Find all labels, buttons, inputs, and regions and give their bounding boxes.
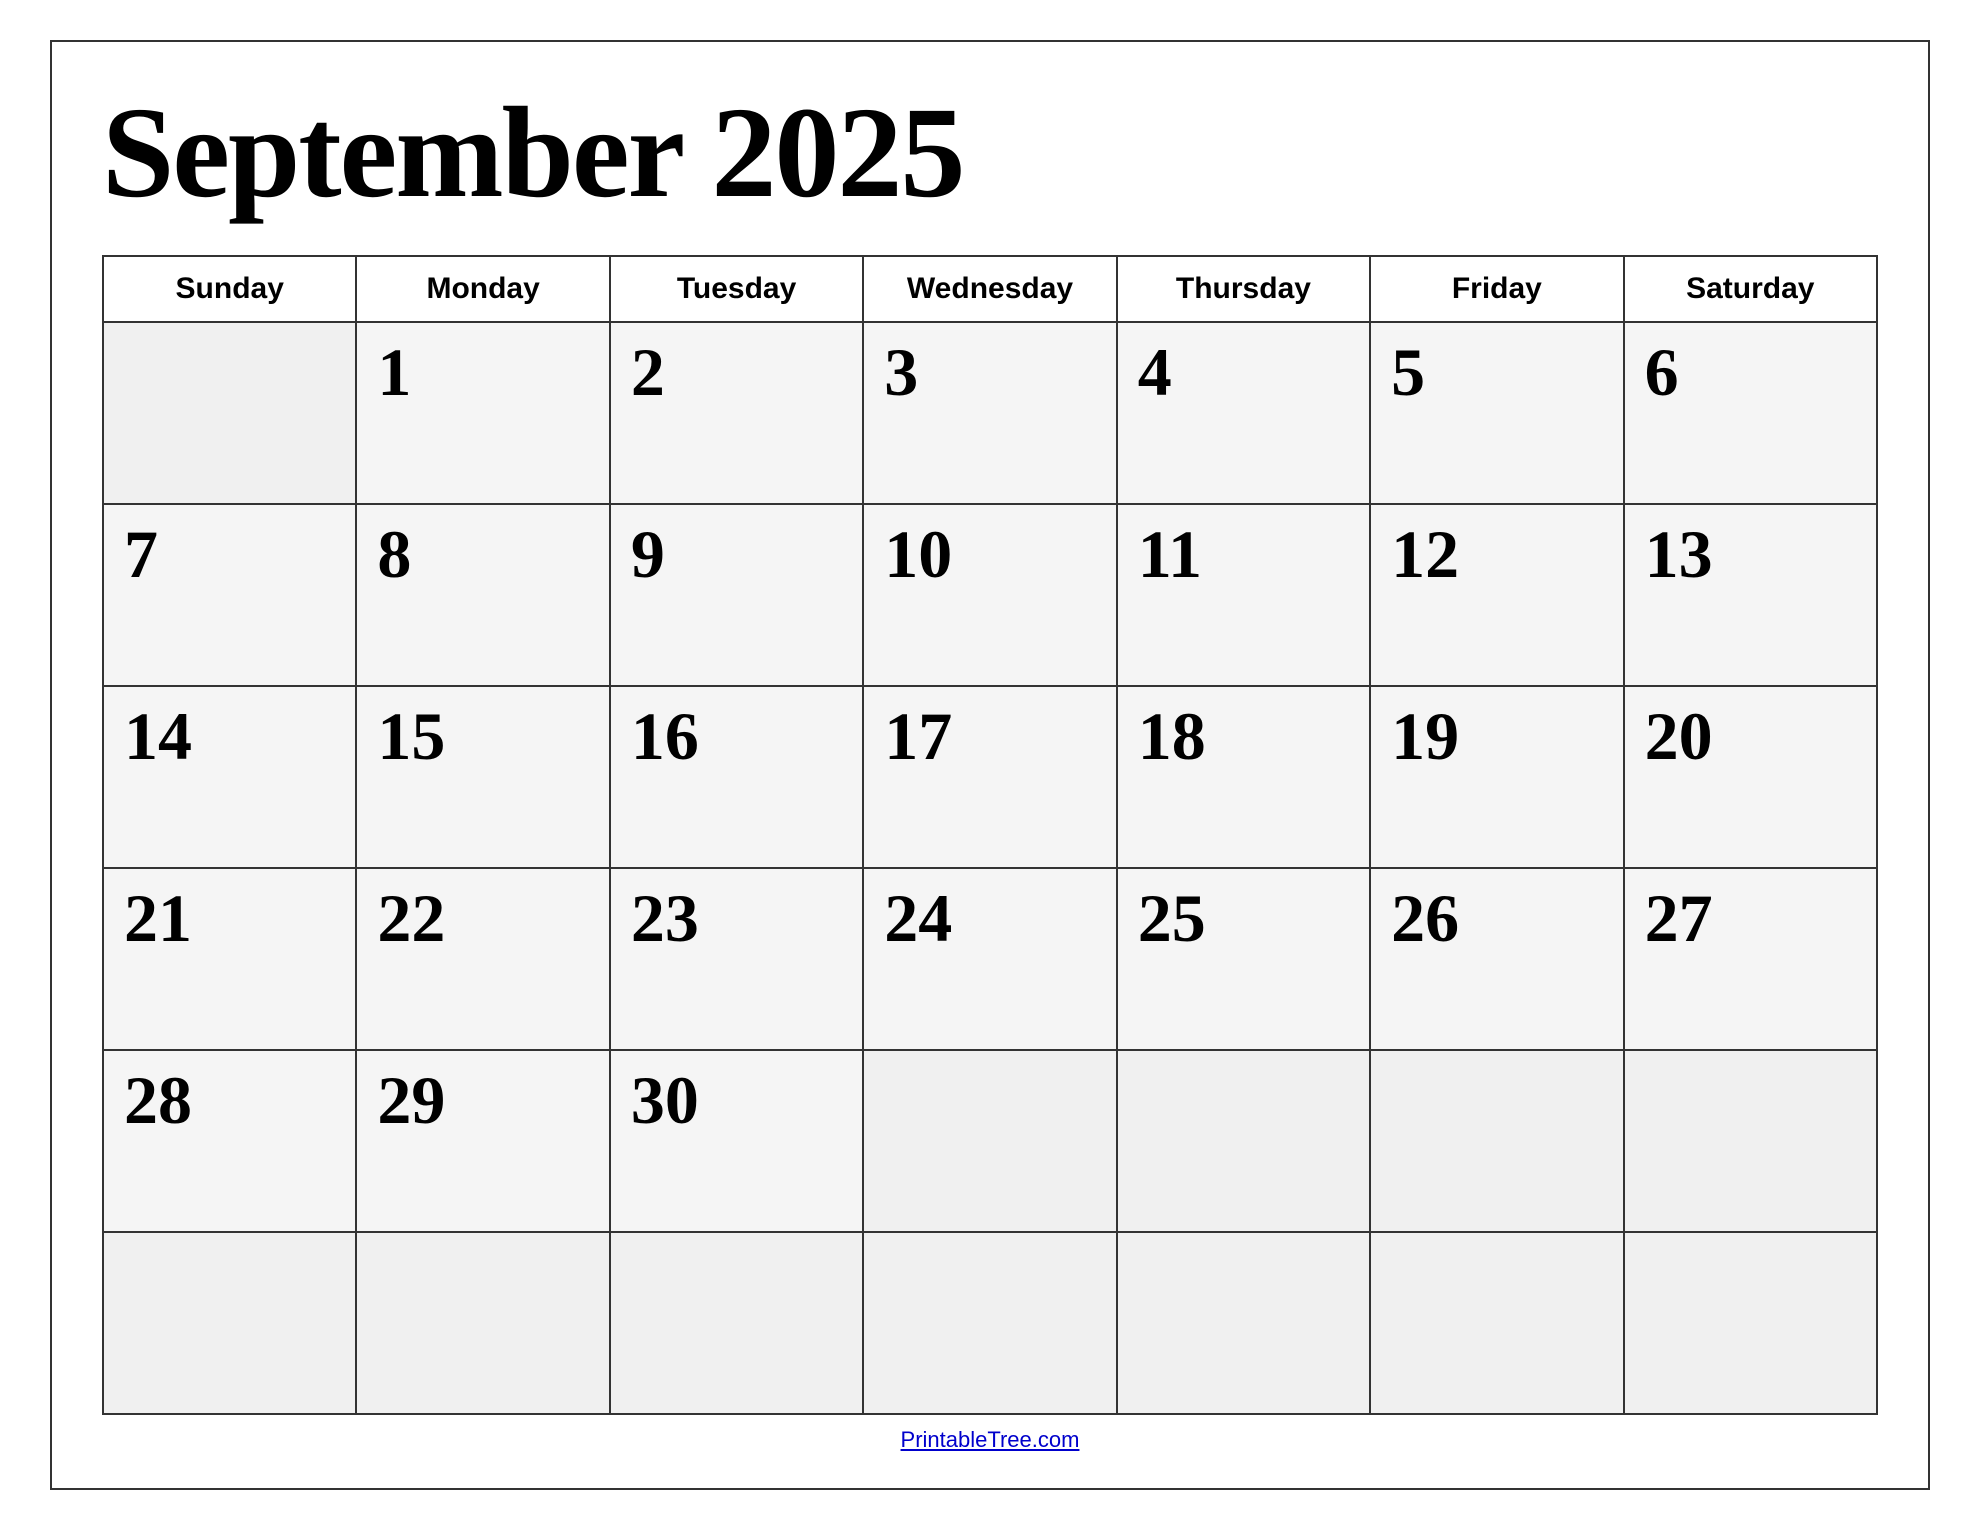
day-cell-empty-5-5 [1371,1233,1624,1415]
day-number-21: 21 [124,884,192,952]
day-cell-empty-0-0 [104,323,357,505]
day-cell-3: 3 [864,323,1117,505]
day-number-29: 29 [377,1066,445,1134]
day-number-16: 16 [631,702,699,770]
day-cell-empty-4-3 [864,1051,1117,1233]
day-number-12: 12 [1391,520,1459,588]
day-cell-23: 23 [611,869,864,1051]
day-cell-22: 22 [357,869,610,1051]
day-number-20: 20 [1645,702,1713,770]
day-cell-2: 2 [611,323,864,505]
day-cell-empty-5-0 [104,1233,357,1415]
day-cell-4: 4 [1118,323,1371,505]
day-cell-21: 21 [104,869,357,1051]
day-cell-28: 28 [104,1051,357,1233]
day-cell-9: 9 [611,505,864,687]
day-number-14: 14 [124,702,192,770]
day-header-sunday: Sunday [104,257,357,323]
week-row-6 [104,1233,1878,1415]
day-cell-19: 19 [1371,687,1624,869]
day-number-11: 11 [1138,520,1202,588]
day-number-4: 4 [1138,338,1172,406]
calendar-title: September 2025 [102,82,1878,225]
day-cell-empty-4-5 [1371,1051,1624,1233]
calendar-container: September 2025 SundayMondayTuesdayWednes… [50,40,1930,1490]
day-cell-5: 5 [1371,323,1624,505]
week-row-4: 21 22 23 24 25 26 27 [104,869,1878,1051]
day-cell-empty-5-6 [1625,1233,1878,1415]
day-cell-18: 18 [1118,687,1371,869]
week-row-3: 14 15 16 17 18 19 20 [104,687,1878,869]
day-cell-20: 20 [1625,687,1878,869]
day-cell-17: 17 [864,687,1117,869]
day-number-27: 27 [1645,884,1713,952]
day-header-tuesday: Tuesday [611,257,864,323]
day-cell-empty-5-2 [611,1233,864,1415]
week-row-5: 28 29 30 [104,1051,1878,1233]
day-cell-13: 13 [1625,505,1878,687]
weeks-container: 1234567891011121314151617181920212223242… [104,323,1878,1415]
day-header-wednesday: Wednesday [864,257,1117,323]
day-number-8: 8 [377,520,411,588]
day-cell-empty-5-3 [864,1233,1117,1415]
footer-link[interactable]: PrintableTree.com [901,1427,1080,1452]
week-row-1: 1 2 3 4 5 6 [104,323,1878,505]
day-header-thursday: Thursday [1118,257,1371,323]
day-header-friday: Friday [1371,257,1624,323]
day-number-15: 15 [377,702,445,770]
day-cell-26: 26 [1371,869,1624,1051]
day-cell-29: 29 [357,1051,610,1233]
calendar-footer: PrintableTree.com [102,1415,1878,1458]
day-number-28: 28 [124,1066,192,1134]
day-cell-6: 6 [1625,323,1878,505]
day-cell-14: 14 [104,687,357,869]
week-row-2: 7 8 9 10 11 12 13 [104,505,1878,687]
day-cell-24: 24 [864,869,1117,1051]
day-number-6: 6 [1645,338,1679,406]
day-number-19: 19 [1391,702,1459,770]
day-cell-7: 7 [104,505,357,687]
day-cell-empty-5-4 [1118,1233,1371,1415]
day-number-26: 26 [1391,884,1459,952]
day-number-24: 24 [884,884,952,952]
day-cell-27: 27 [1625,869,1878,1051]
day-cell-8: 8 [357,505,610,687]
day-number-22: 22 [377,884,445,952]
day-cell-10: 10 [864,505,1117,687]
day-number-10: 10 [884,520,952,588]
day-number-25: 25 [1138,884,1206,952]
day-number-23: 23 [631,884,699,952]
day-header-monday: Monday [357,257,610,323]
day-cell-empty-4-4 [1118,1051,1371,1233]
day-number-1: 1 [377,338,411,406]
day-cell-empty-4-6 [1625,1051,1878,1233]
day-number-30: 30 [631,1066,699,1134]
day-number-17: 17 [884,702,952,770]
day-cell-empty-5-1 [357,1233,610,1415]
day-number-5: 5 [1391,338,1425,406]
day-cell-30: 30 [611,1051,864,1233]
day-number-3: 3 [884,338,918,406]
day-cell-11: 11 [1118,505,1371,687]
day-number-13: 13 [1645,520,1713,588]
day-number-7: 7 [124,520,158,588]
day-number-9: 9 [631,520,665,588]
day-number-2: 2 [631,338,665,406]
day-header-saturday: Saturday [1625,257,1878,323]
day-cell-15: 15 [357,687,610,869]
day-cell-1: 1 [357,323,610,505]
calendar-grid: SundayMondayTuesdayWednesdayThursdayFrid… [102,255,1878,1415]
day-cell-25: 25 [1118,869,1371,1051]
day-cell-16: 16 [611,687,864,869]
day-cell-12: 12 [1371,505,1624,687]
day-number-18: 18 [1138,702,1206,770]
day-headers: SundayMondayTuesdayWednesdayThursdayFrid… [104,257,1878,323]
